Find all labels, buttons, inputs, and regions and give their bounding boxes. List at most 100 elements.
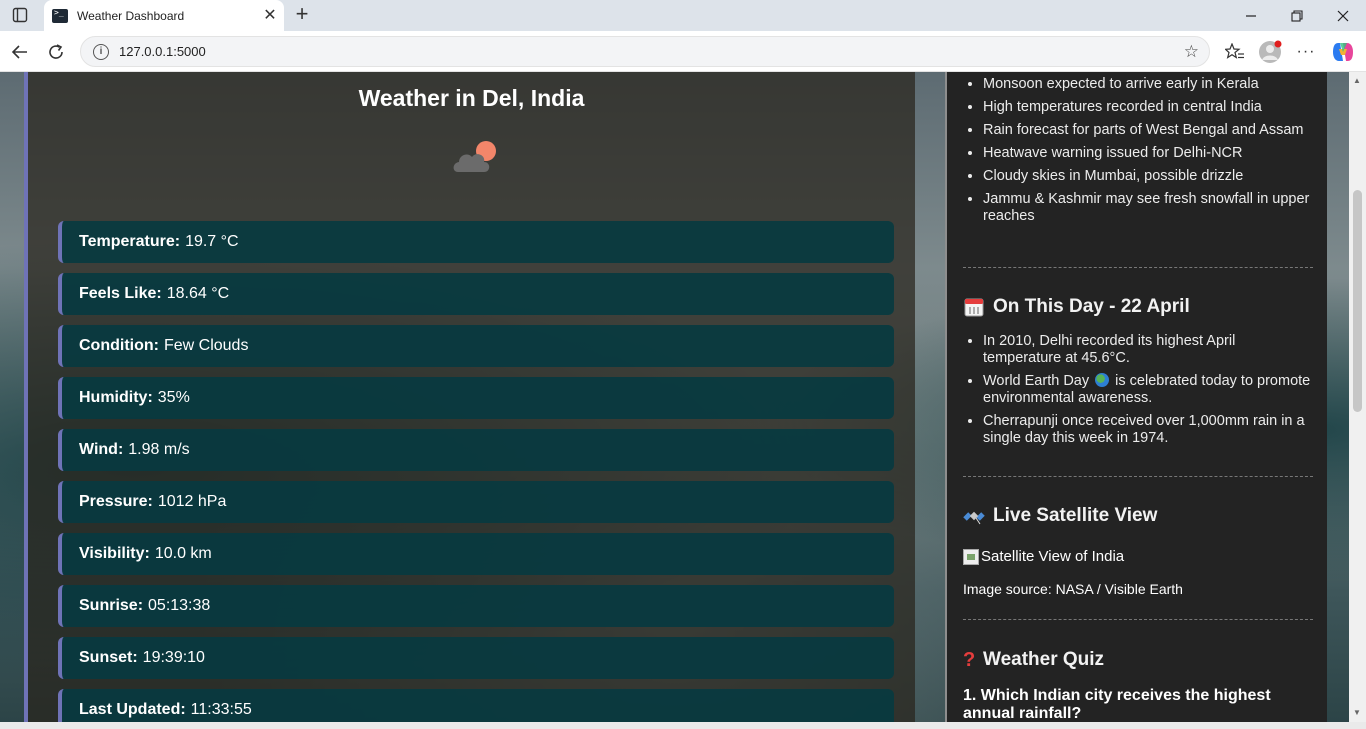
- divider: [963, 267, 1313, 268]
- image-source-text: Image source: NASA / Visible Earth: [963, 581, 1183, 597]
- page-title: Weather in Del, India: [358, 85, 585, 111]
- list-item: Rain forecast for parts of West Bengal a…: [983, 122, 1313, 139]
- reload-button[interactable]: [41, 37, 71, 67]
- site-info-icon[interactable]: i: [93, 43, 109, 60]
- section-title: On This Day - 22 April: [993, 296, 1190, 317]
- list-item: Cherrapunji once received over 1,000mm r…: [983, 413, 1313, 447]
- card-label: Sunrise:: [79, 597, 144, 614]
- satellite-image-alt: Satellite View of India: [981, 548, 1125, 565]
- sunset-card: Sunset: 19:39:10: [58, 637, 894, 679]
- more-menu-button[interactable]: ···: [1291, 37, 1321, 67]
- last-updated-card: Last Updated: 11:33:55: [58, 689, 894, 722]
- tab-actions-icon: [12, 7, 28, 23]
- humidity-card: Humidity: 35%: [58, 377, 894, 419]
- visibility-card: Visibility: 10.0 km: [58, 533, 894, 575]
- section-title: Live Satellite View: [993, 505, 1158, 526]
- question-mark-icon: ?: [963, 649, 976, 671]
- favorites-button[interactable]: [1220, 37, 1250, 67]
- on-this-day-heading: On This Day - 22 April: [963, 296, 1190, 318]
- calendar-icon: [964, 298, 984, 317]
- broken-image-icon: [963, 548, 979, 565]
- divider: [963, 476, 1313, 477]
- card-value: 11:33:55: [190, 701, 252, 718]
- url-text: 127.0.0.1:5000: [119, 44, 206, 59]
- tab-title: Weather Dashboard: [77, 8, 185, 23]
- scroll-down-icon[interactable]: ▼: [1353, 708, 1361, 717]
- card-label: Visibility:: [79, 545, 150, 562]
- favorites-list-icon: [1225, 43, 1244, 59]
- page-scrollbar[interactable]: ▲ ▼: [1349, 72, 1366, 722]
- list-item: Cloudy skies in Mumbai, possible drizzle: [983, 168, 1313, 185]
- tab-close-icon[interactable]: ✕: [262, 7, 278, 24]
- card-label: Humidity:: [79, 389, 153, 406]
- card-label: Wind:: [79, 441, 124, 458]
- cloud-sun-icon: [453, 141, 496, 172]
- wind-card: Wind: 1.98 m/s: [58, 429, 894, 471]
- card-label: Sunset:: [79, 649, 138, 666]
- satellite-icon: [963, 511, 985, 525]
- card-label: Pressure:: [79, 493, 153, 510]
- card-value: 19:39:10: [142, 649, 205, 666]
- list-item: World Earth Day is celebrated today to p…: [983, 373, 1313, 407]
- list-item: High temperatures recorded in central In…: [983, 99, 1313, 116]
- address-bar[interactable]: i 127.0.0.1:5000 ☆: [80, 36, 1210, 67]
- restore-icon: [1291, 9, 1303, 22]
- feels-like-card: Feels Like: 18.64 °C: [58, 273, 894, 315]
- list-item: Monsoon expected to arrive early in Kera…: [983, 76, 1313, 93]
- browser-tab[interactable]: Weather Dashboard ✕: [44, 0, 284, 31]
- list-item: Heatwave warning issued for Delhi-NCR: [983, 145, 1313, 162]
- card-value: 10.0 km: [154, 545, 212, 562]
- scroll-up-icon[interactable]: ▲: [1353, 76, 1361, 85]
- globe-icon: [1095, 373, 1110, 387]
- copilot-button[interactable]: [1328, 37, 1358, 67]
- restore-button[interactable]: [1274, 0, 1320, 31]
- quiz-question: 1. Which Indian city receives the highes…: [963, 687, 1271, 722]
- scrollbar-thumb[interactable]: [1353, 190, 1362, 412]
- avatar-icon: [1259, 40, 1282, 63]
- back-button[interactable]: [5, 37, 35, 67]
- satellite-image[interactable]: Satellite View of India: [963, 548, 1124, 565]
- divider: [963, 619, 1313, 620]
- earth-day-text: World Earth Day: [983, 373, 1090, 389]
- window-bottom-edge: [0, 722, 1366, 729]
- arrow-left-icon: [11, 45, 27, 59]
- weather-panel: Weather in Del, India Temperature: 19.7 °…: [24, 72, 915, 722]
- tab-actions-button[interactable]: [8, 4, 32, 26]
- condition-card: Condition: Few Clouds: [58, 325, 894, 367]
- list-item: In 2010, Delhi recorded its highest Apri…: [983, 333, 1313, 367]
- sunrise-card: Sunrise: 05:13:38: [58, 585, 894, 627]
- minimize-button[interactable]: [1228, 0, 1274, 31]
- card-value: 19.7 °C: [185, 233, 239, 250]
- close-window-button[interactable]: [1320, 0, 1366, 31]
- minimize-icon: [1246, 14, 1256, 17]
- list-item: Jammu & Kashmir may see fresh snowfall i…: [983, 191, 1313, 225]
- favorite-star-icon[interactable]: ☆: [1184, 42, 1199, 62]
- card-label: Feels Like:: [79, 285, 162, 302]
- temperature-card: Temperature: 19.7 °C: [58, 221, 894, 263]
- terminal-favicon-icon: [52, 8, 68, 23]
- card-value: 05:13:38: [148, 597, 211, 614]
- page-viewport: Weather in Del, India Temperature: 19.7 °…: [0, 72, 1349, 722]
- card-label: Condition:: [79, 337, 159, 354]
- profile-button[interactable]: [1255, 37, 1285, 67]
- info-sidebar: Monsoon expected to arrive early in Kera…: [945, 72, 1327, 722]
- navigation-bar: i 127.0.0.1:5000 ☆ ···: [0, 31, 1366, 72]
- on-this-day-list: In 2010, Delhi recorded its highest Apri…: [947, 333, 1327, 453]
- card-value: Few Clouds: [163, 337, 249, 354]
- card-value: 1.98 m/s: [128, 441, 190, 458]
- tab-bar: Weather Dashboard ✕ +: [0, 0, 1366, 31]
- card-value: 1012 hPa: [157, 493, 227, 510]
- copilot-icon: [1333, 43, 1353, 61]
- news-list: Monsoon expected to arrive early in Kera…: [947, 76, 1327, 231]
- card-label: Last Updated:: [79, 701, 186, 718]
- pressure-card: Pressure: 1012 hPa: [58, 481, 894, 523]
- close-icon: [1337, 10, 1349, 21]
- new-tab-button[interactable]: +: [290, 3, 314, 27]
- satellite-heading: Live Satellite View: [963, 505, 1157, 527]
- card-value: 35%: [157, 389, 190, 406]
- reload-icon: [49, 44, 63, 59]
- ellipsis-icon: ···: [1296, 43, 1316, 60]
- card-label: Temperature:: [79, 233, 181, 250]
- quiz-heading: ? Weather Quiz: [963, 649, 1104, 671]
- section-title: Weather Quiz: [983, 649, 1105, 670]
